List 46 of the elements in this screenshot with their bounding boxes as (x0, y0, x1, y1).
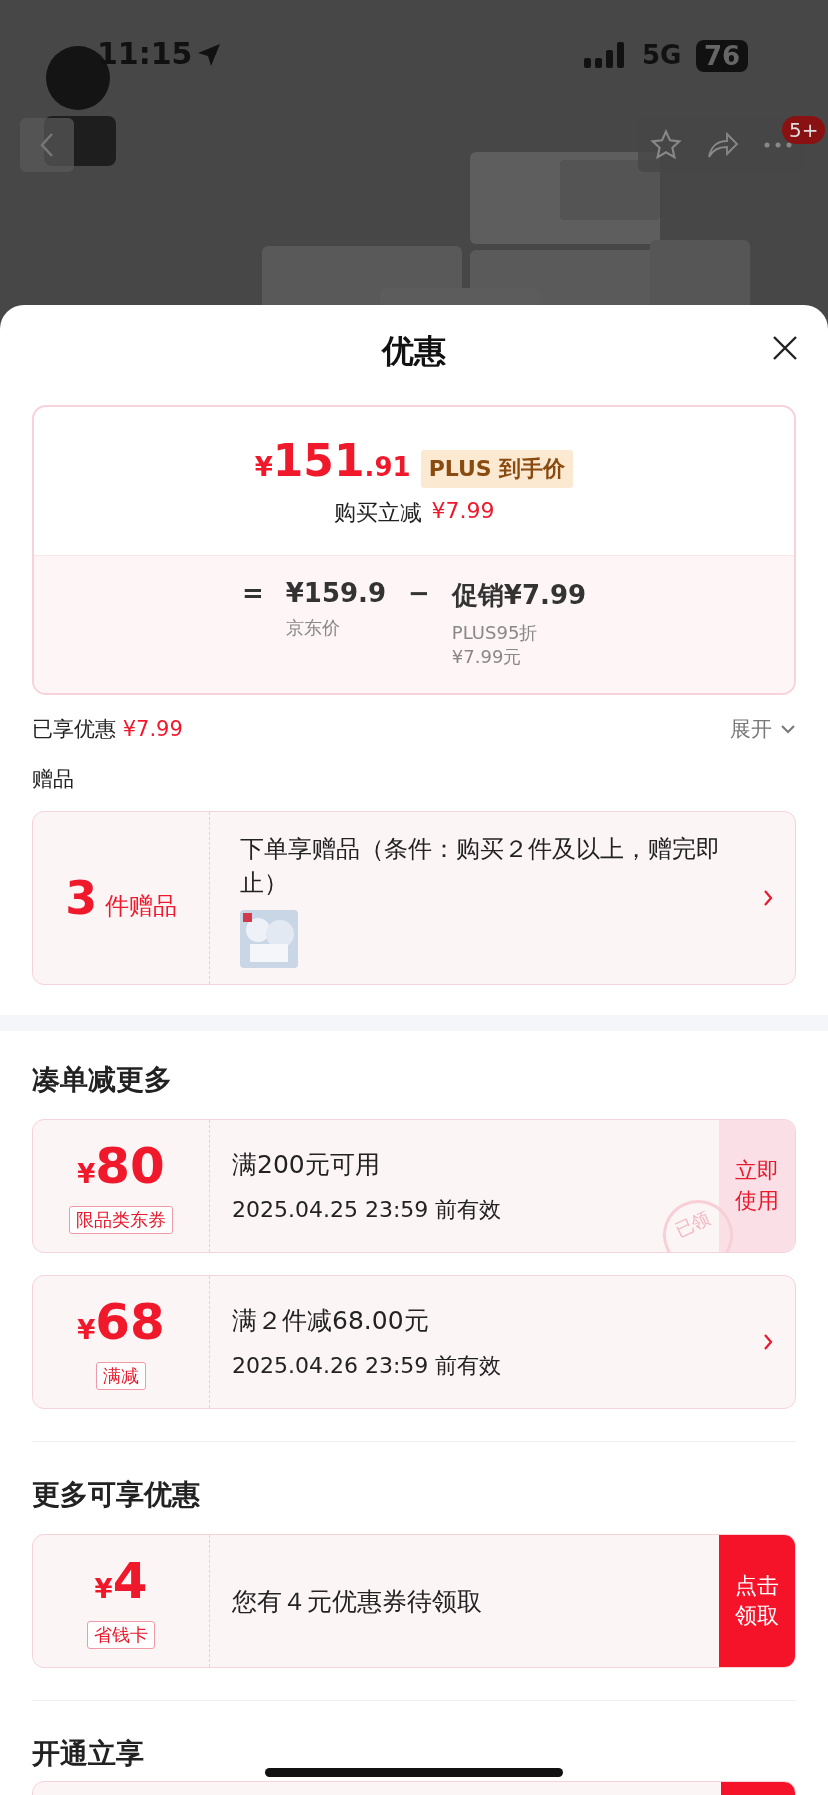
coupon-title: 满２件减68.00元 (232, 1304, 429, 1337)
back-chevron-icon (40, 132, 54, 158)
coupon-tag: 省钱卡 (87, 1621, 155, 1649)
chevron-right-icon (763, 889, 773, 907)
gift-condition: 下单享赠品（条件：购买２件及以上，赠完即止） (240, 834, 721, 899)
equals-sign: = (241, 578, 264, 610)
coupon-validity: 2025.04.25 23:59 前有效 (232, 1195, 502, 1224)
coupon-amount: ¥80 (77, 1138, 165, 1197)
base-price-label: 京东价 (285, 616, 341, 640)
base-price: ¥159.9 (285, 578, 387, 608)
more-icon[interactable] (763, 142, 792, 148)
share-icon[interactable] (707, 131, 739, 159)
promo-amount: 促销¥7.99 (451, 579, 587, 612)
chevron-down-icon (780, 724, 796, 734)
coupon-amount: ¥68 (77, 1294, 165, 1353)
coupon-title: 满200元可用 (232, 1148, 380, 1181)
signal-icon (584, 42, 626, 70)
location-arrow-icon (196, 42, 222, 68)
coupon-amount: ¥4 (94, 1553, 148, 1612)
plus-price-tag: PLUS 到手价 (420, 449, 574, 488)
chevron-right-icon (763, 1333, 773, 1351)
sheet-title: 优惠 (382, 331, 446, 372)
coupon-tag: 满减 (96, 1362, 146, 1390)
coupon-tag: 限品类东券 (69, 1206, 173, 1234)
final-price: ¥151.91 (254, 434, 411, 486)
close-button[interactable] (772, 335, 798, 361)
back-button[interactable] (20, 118, 74, 172)
expand-button[interactable]: 展开 (730, 715, 796, 743)
promo-note: PLUS95折 (451, 621, 539, 645)
battery-level: 76 (696, 40, 749, 72)
gift-count: 3 件赠品 (65, 871, 177, 925)
use-now-button[interactable]: 立即使用 (719, 1120, 795, 1252)
claim-button[interactable]: 点击领取 (719, 1535, 795, 1667)
enjoyed-discount: 已享优惠 ¥7.99 (32, 716, 183, 743)
minus-sign: − (408, 578, 430, 610)
instant-discount-amount: ¥7.99 (431, 497, 495, 525)
star-icon[interactable] (650, 129, 683, 161)
section-title: 开通立享 (32, 1736, 144, 1772)
instant-discount-label: 购买立减 (333, 498, 422, 527)
gifts-heading: 赠品 (31, 766, 75, 793)
section-title: 凑单减更多 (32, 1062, 172, 1098)
coupon-title: 您有４元优惠券待领取 (232, 1585, 482, 1618)
section-title: 更多可享优惠 (32, 1477, 200, 1513)
coupon-validity: 2025.04.26 23:59 前有效 (232, 1351, 502, 1380)
gift-card[interactable]: 3 件赠品 下单享赠品（条件：购买２件及以上，赠完即止） (32, 811, 796, 985)
promo-note: ¥7.99元 (451, 645, 523, 669)
